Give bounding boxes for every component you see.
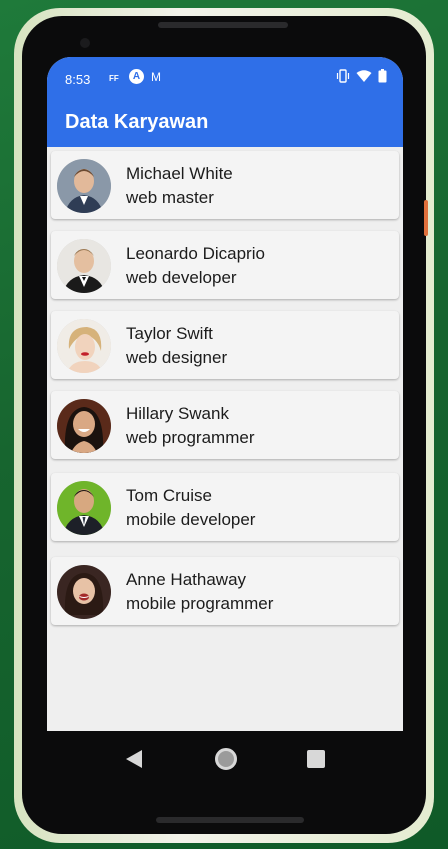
employee-name: Tom Cruise <box>126 486 212 505</box>
system-nav-bar <box>47 731 403 791</box>
app-screen: 8:53 FF A M Data Karyawan Michael White … <box>47 57 403 731</box>
person-avatar <box>57 319 111 373</box>
wifi-icon <box>356 70 372 82</box>
recents-icon[interactable] <box>307 750 325 768</box>
person-avatar <box>57 565 111 619</box>
employee-role: mobile programmer <box>126 594 274 613</box>
employee-role: web developer <box>126 268 237 287</box>
list-item[interactable]: Leonardo Dicaprio web developer <box>51 231 399 299</box>
list-item[interactable]: Michael White web master <box>51 151 399 219</box>
person-avatar <box>57 239 111 293</box>
employee-name: Leonardo Dicaprio <box>126 244 265 263</box>
back-icon[interactable] <box>125 749 143 769</box>
notification-ff-icon: FF <box>109 74 119 83</box>
app-bar: Data Karyawan <box>47 97 403 147</box>
employee-name: Anne Hathaway <box>126 570 247 589</box>
list-item[interactable]: Tom Cruise mobile developer <box>51 473 399 541</box>
person-avatar <box>57 399 111 453</box>
status-bar: 8:53 FF A M <box>47 57 403 97</box>
home-icon[interactable] <box>215 748 237 770</box>
status-time: 8:53 <box>65 72 91 87</box>
front-camera <box>80 38 90 48</box>
notification-a-icon: A <box>129 69 144 84</box>
earpiece-speaker <box>158 22 288 28</box>
employee-name: Hillary Swank <box>126 404 229 423</box>
person-avatar <box>57 159 111 213</box>
status-icons <box>336 69 387 83</box>
employee-name: Taylor Swift <box>126 324 213 343</box>
battery-icon <box>378 69 387 83</box>
employee-role: mobile developer <box>126 510 256 529</box>
notification-m-icon: M <box>151 70 161 84</box>
power-button <box>424 200 428 236</box>
bottom-speaker <box>156 817 304 823</box>
employee-role: web designer <box>126 348 228 367</box>
employee-name: Michael White <box>126 164 233 183</box>
employee-role: web master <box>126 188 214 207</box>
app-title: Data Karyawan <box>65 111 209 133</box>
list-item[interactable]: Taylor Swift web designer <box>51 311 399 379</box>
employee-role: web programmer <box>126 428 255 447</box>
list-item[interactable]: Hillary Swank web programmer <box>51 391 399 459</box>
person-avatar <box>57 481 111 535</box>
list-item[interactable]: Anne Hathaway mobile programmer <box>51 557 399 625</box>
vibrate-icon <box>336 69 350 83</box>
